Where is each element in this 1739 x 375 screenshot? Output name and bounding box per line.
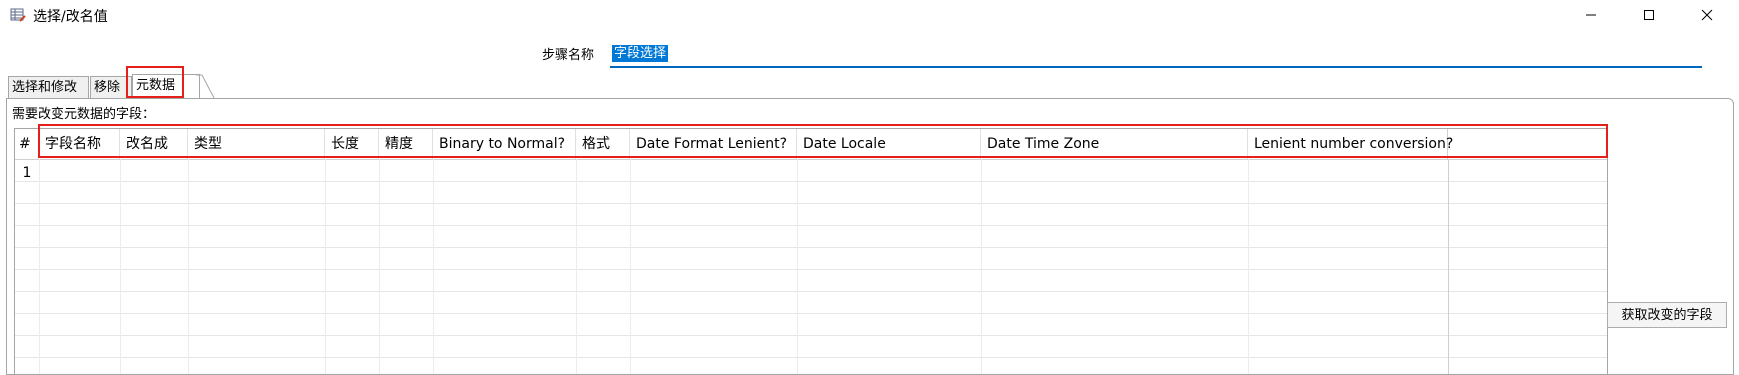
highlight-metadata-tab bbox=[126, 66, 184, 98]
column-divider bbox=[576, 159, 577, 374]
tab-edge bbox=[196, 74, 215, 98]
sort-icon: ^ bbox=[21, 139, 29, 149]
metadata-fields-label: 需要改变元数据的字段： bbox=[12, 107, 156, 122]
row-divider bbox=[15, 247, 1607, 248]
column-header-index[interactable]: ^ # bbox=[15, 129, 39, 159]
table-edit-icon bbox=[10, 8, 26, 22]
step-name-value: 字段选择 bbox=[612, 45, 669, 62]
minimize-button[interactable] bbox=[1561, 0, 1621, 30]
column-divider bbox=[1448, 159, 1449, 374]
column-divider bbox=[981, 159, 982, 374]
column-divider bbox=[39, 159, 40, 374]
highlight-table-header bbox=[38, 124, 1608, 158]
column-divider bbox=[120, 159, 121, 374]
close-icon bbox=[1701, 9, 1713, 21]
column-divider bbox=[379, 159, 380, 374]
column-divider bbox=[630, 159, 631, 374]
column-divider bbox=[325, 159, 326, 374]
get-changed-fields-button[interactable]: 获取改变的字段 bbox=[1607, 302, 1727, 328]
title-bar: 选择/改名值 bbox=[0, 0, 1739, 30]
row-divider bbox=[15, 225, 1607, 226]
step-name-input[interactable]: 字段选择 bbox=[610, 42, 1702, 68]
row-divider bbox=[15, 335, 1607, 336]
step-name-label: 步骤名称 bbox=[542, 48, 595, 63]
maximize-icon bbox=[1644, 10, 1654, 20]
tab-select-modify[interactable]: 选择和修改 bbox=[8, 76, 89, 98]
column-divider bbox=[188, 159, 189, 374]
row-divider bbox=[15, 357, 1607, 358]
maximize-button[interactable] bbox=[1619, 0, 1679, 30]
row-divider bbox=[15, 313, 1607, 314]
column-divider bbox=[433, 159, 434, 374]
row-divider bbox=[15, 203, 1607, 204]
column-divider bbox=[797, 159, 798, 374]
minimize-icon bbox=[1586, 14, 1596, 16]
row-number: 1 bbox=[22, 165, 32, 181]
column-divider bbox=[1248, 159, 1249, 374]
window-title: 选择/改名值 bbox=[33, 9, 108, 25]
metadata-table[interactable]: ^ # 字段名称 改名成 类型 长度 精度 Binary to Normal? … bbox=[14, 128, 1608, 375]
row-divider bbox=[15, 181, 1607, 182]
close-button[interactable] bbox=[1677, 0, 1737, 30]
row-divider bbox=[15, 269, 1607, 270]
row-divider bbox=[15, 291, 1607, 292]
